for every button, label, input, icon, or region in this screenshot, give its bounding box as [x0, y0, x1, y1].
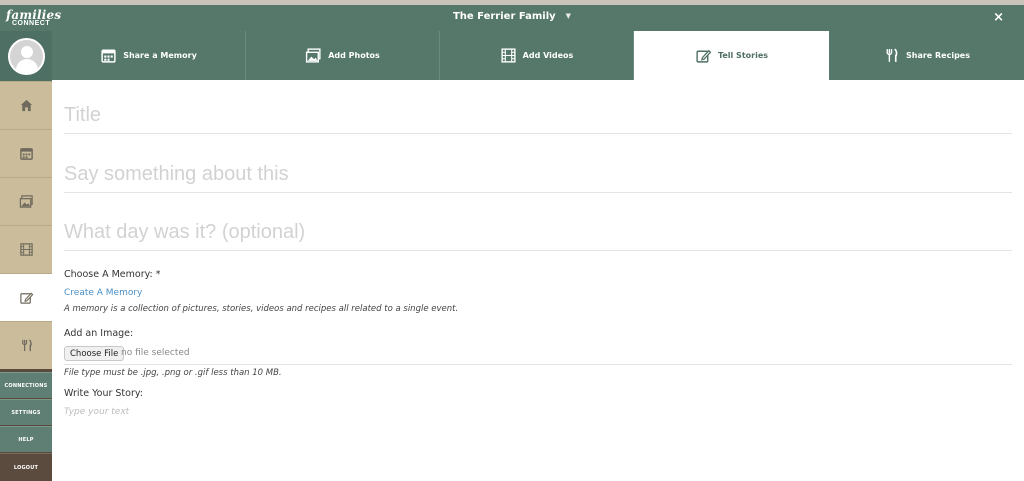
- sidebar-link-settings[interactable]: SETTINGS: [0, 399, 52, 425]
- tab-bar: Share a Memory Add Photos Add Videos Tel…: [52, 31, 1024, 80]
- tab-share-recipes[interactable]: Share Recipes: [829, 31, 1024, 80]
- film-icon: [19, 243, 33, 256]
- image-label: Add an Image:: [64, 328, 134, 339]
- app-window: families CONNECT The Ferrier Family▼ ×: [0, 0, 1024, 481]
- memory-label: Choose A Memory: *: [64, 269, 161, 280]
- photos-icon: [19, 195, 33, 208]
- calendar-icon: [19, 148, 33, 160]
- sidebar-item-calendar[interactable]: [0, 129, 52, 177]
- sidebar-item-recipes[interactable]: [0, 321, 52, 369]
- sidebar-item-home[interactable]: [0, 81, 52, 129]
- utensils-icon: [21, 339, 32, 352]
- calendar-icon: [101, 49, 116, 63]
- tab-label: Share a Memory: [123, 51, 197, 60]
- edit-icon: [696, 49, 712, 63]
- photos-icon: [306, 48, 321, 63]
- tab-label: Add Photos: [328, 51, 380, 60]
- description-input[interactable]: Say something about this: [64, 163, 1012, 193]
- story-form: Title Say something about this What day …: [52, 80, 1024, 481]
- sidebar-link-logout[interactable]: LOGOUT: [0, 453, 52, 481]
- story-textarea[interactable]: Type your text: [64, 407, 129, 417]
- sidebar-link-connections[interactable]: CONNECTIONS: [0, 372, 52, 398]
- tab-label: Add Videos: [522, 51, 574, 60]
- create-memory-link[interactable]: Create A Memory: [64, 288, 142, 298]
- tab-label: Share Recipes: [906, 51, 970, 60]
- film-icon: [501, 48, 516, 63]
- sidebar: CONNECTIONS SETTINGS HELP LOGOUT: [0, 31, 52, 481]
- tab-add-videos[interactable]: Add Videos: [440, 31, 634, 80]
- family-name: The Ferrier Family: [452, 11, 556, 22]
- avatar-body: [16, 59, 38, 73]
- edit-icon: [19, 292, 33, 304]
- title-input[interactable]: Title: [64, 104, 1012, 134]
- tab-add-photos[interactable]: Add Photos: [246, 31, 440, 80]
- sidebar-item-photos[interactable]: [0, 177, 52, 225]
- date-input[interactable]: What day was it? (optional): [64, 221, 1012, 251]
- tab-tell-stories[interactable]: Tell Stories: [634, 31, 829, 80]
- utensils-icon: [886, 48, 898, 62]
- memory-hint: A memory is a collection of pictures, st…: [64, 304, 459, 314]
- close-button[interactable]: ×: [993, 10, 1004, 25]
- tab-label: Tell Stories: [717, 51, 769, 60]
- avatar-cell[interactable]: [0, 31, 52, 81]
- story-label: Write Your Story:: [64, 388, 144, 399]
- choose-file-button[interactable]: Choose File: [64, 346, 125, 361]
- avatar[interactable]: [8, 38, 45, 75]
- divider: [64, 364, 1012, 365]
- sidebar-item-stories[interactable]: [0, 273, 52, 321]
- app-header: families CONNECT The Ferrier Family ▼ ×: [0, 5, 1024, 31]
- chevron-down-icon: ▼: [565, 12, 572, 20]
- home-icon: [20, 99, 32, 112]
- family-selector[interactable]: The Ferrier Family ▼: [0, 11, 1024, 22]
- avatar-head: [21, 46, 33, 58]
- tab-share-memory[interactable]: Share a Memory: [52, 31, 246, 80]
- sidebar-item-videos[interactable]: [0, 225, 52, 273]
- sidebar-link-help[interactable]: HELP: [0, 426, 52, 452]
- file-hint: File type must be .jpg, .png or .gif les…: [64, 368, 282, 378]
- file-status: no file selected: [121, 348, 190, 358]
